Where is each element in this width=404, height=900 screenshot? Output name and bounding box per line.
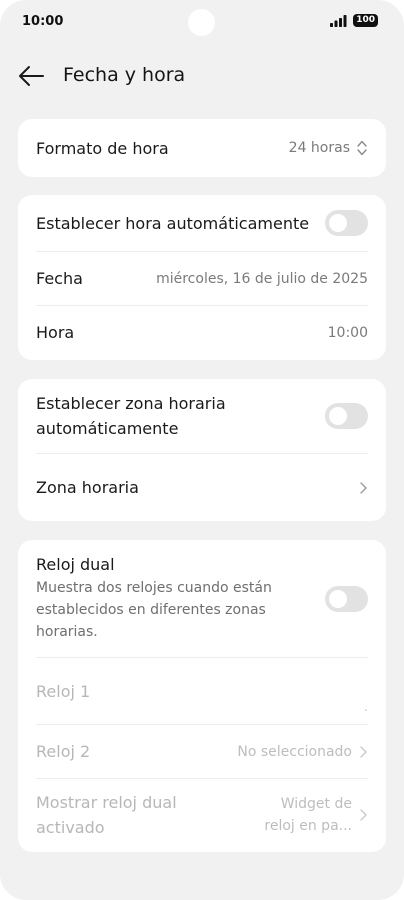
date-value: miércoles, 16 de julio de 2025 <box>156 270 368 287</box>
dual-clock-title: Reloj dual <box>36 554 115 574</box>
chevron-right-icon <box>360 808 367 821</box>
clock2-label: Reloj 2 <box>36 742 91 761</box>
auto-timezone-toggle[interactable] <box>325 403 368 429</box>
show-dual-clock-value: Widget de reloj en pa... <box>264 793 352 837</box>
page-title: Fecha y hora <box>63 64 186 86</box>
time-format-label: Formato de hora <box>36 138 169 158</box>
clock2-value: No seleccionado <box>237 743 352 760</box>
auto-time-label: Establecer hora automáticamente <box>36 213 310 233</box>
auto-time-card: Establecer hora automáticamente Fecha mi… <box>18 195 386 360</box>
timezone-label: Zona horaria <box>36 478 139 497</box>
dual-clock-text: Reloj dual Muestra dos relojes cuando es… <box>36 555 272 643</box>
clock1-row[interactable]: Reloj 1 . <box>36 657 368 724</box>
dual-clock-toggle[interactable] <box>325 585 368 612</box>
time-row[interactable]: Hora 10:00 <box>36 305 368 359</box>
phone-screen: 10:00 100 Fecha y hora Formato de hora 2… <box>0 0 404 900</box>
up-down-chevron-icon <box>357 140 367 156</box>
dual-clock-card: Reloj dual Muestra dos relojes cuando es… <box>18 540 386 852</box>
auto-timezone-row[interactable]: Establecer zona horaria automáticamente <box>36 379 368 453</box>
back-arrow-icon[interactable] <box>16 62 46 90</box>
dual-clock-desc-line3: horarias. <box>36 623 98 640</box>
dual-clock-desc-line1: Muestra dos relojes cuando están <box>36 579 272 596</box>
clock1-value: . <box>364 700 368 714</box>
clock2-row[interactable]: Reloj 2 No seleccionado <box>36 724 368 778</box>
chevron-right-icon <box>360 745 367 758</box>
time-format-value: 24 horas <box>288 140 350 156</box>
battery-icon: 100 <box>353 14 378 27</box>
time-value: 10:00 <box>327 324 368 341</box>
signal-icon <box>330 14 347 27</box>
chevron-right-icon <box>360 481 367 494</box>
dual-clock-description: Muestra dos relojes cuando están estable… <box>36 577 272 643</box>
date-row[interactable]: Fecha miércoles, 16 de julio de 2025 <box>36 251 368 305</box>
show-dual-clock-value-line2: reloj en pa... <box>264 817 352 834</box>
app-header: Fecha y hora <box>0 56 404 96</box>
show-dual-clock-label: Mostrar reloj dual activado <box>36 790 177 840</box>
time-format-row[interactable]: Formato de hora 24 horas <box>36 119 368 177</box>
dual-clock-row[interactable]: Reloj dual Muestra dos relojes cuando es… <box>36 540 368 657</box>
clock1-label: Reloj 1 <box>36 681 91 701</box>
auto-time-toggle[interactable] <box>325 210 368 236</box>
time-label: Hora <box>36 323 75 342</box>
dual-clock-desc-line2: establecidos en diferentes zonas <box>36 601 266 618</box>
auto-timezone-label: Establecer zona horaria automáticamente <box>36 391 226 441</box>
date-label: Fecha <box>36 269 83 288</box>
show-dual-clock-value-line1: Widget de <box>280 795 352 812</box>
show-dual-clock-line1: Mostrar reloj dual <box>36 792 177 812</box>
timezone-card: Establecer zona horaria automáticamente … <box>18 379 386 521</box>
show-dual-clock-row[interactable]: Mostrar reloj dual activado Widget de re… <box>36 778 368 850</box>
status-time: 10:00 <box>22 14 64 29</box>
timezone-row[interactable]: Zona horaria <box>36 453 368 521</box>
show-dual-clock-line2: activado <box>36 817 105 837</box>
auto-timezone-line1: Establecer zona horaria <box>36 394 226 413</box>
status-bar: 10:00 100 <box>0 0 404 44</box>
time-format-card: Formato de hora 24 horas <box>18 119 386 177</box>
camera-cutout <box>188 9 215 36</box>
status-icons: 100 <box>330 14 378 27</box>
auto-time-row[interactable]: Establecer hora automáticamente <box>36 195 368 251</box>
auto-timezone-line2: automáticamente <box>36 419 179 438</box>
